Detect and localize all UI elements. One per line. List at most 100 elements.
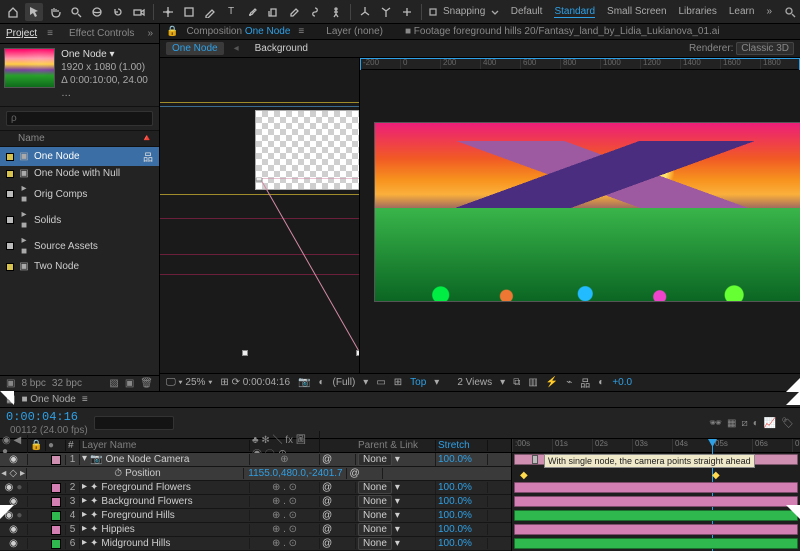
panel-menu-icon[interactable]: ≡: [298, 26, 304, 37]
canvas-top[interactable]: [160, 58, 359, 373]
renderer-button[interactable]: Renderer: Classic 3D: [689, 43, 794, 54]
panel-overflow-icon[interactable]: »: [147, 28, 153, 39]
zoom-tool-icon[interactable]: [67, 3, 85, 21]
share-view-icon[interactable]: ⧉: [513, 377, 520, 388]
layer-bar[interactable]: [514, 510, 798, 521]
twirl-icon[interactable]: ▾: [82, 454, 87, 464]
layer-row[interactable]: ◉ ● 4 ▸✦ Foreground Hills ⊕ . ⊙@ None ▾ …: [0, 509, 511, 523]
property-row[interactable]: ◂◇▸ ⏱ Position 1155.0,480.0,-2401.7 @: [0, 467, 511, 481]
crumb-background[interactable]: Background: [249, 42, 314, 55]
workspace-overflow-icon[interactable]: »: [766, 6, 772, 17]
panel-menu-icon[interactable]: ≡: [47, 28, 53, 39]
exposure-value[interactable]: +0.0: [612, 377, 632, 388]
project-item[interactable]: ▣One Node品: [0, 147, 159, 166]
tab-layer[interactable]: Layer (none): [326, 26, 383, 37]
project-columns-header[interactable]: Name 🔺: [0, 130, 159, 147]
layer-row[interactable]: ◉ 6 ▸✦ Midground Hills ⊕ . ⊙@ None ▾ 100…: [0, 537, 511, 551]
bpc-toggle[interactable]: 8 bpc: [21, 378, 45, 389]
add-key-icon[interactable]: ◇: [9, 468, 17, 479]
layer-row[interactable]: ◉● 2 ▸✦Foreground Flowers ⊕ . ⊙@ None ▾ …: [0, 481, 511, 495]
project-item[interactable]: ▸ ■Solids: [0, 207, 159, 233]
magnification-dropdown[interactable]: 🖵 ▾ 25% ▾: [166, 377, 212, 388]
axis-local-icon[interactable]: [356, 3, 374, 21]
workspace-learn[interactable]: Learn: [729, 6, 755, 17]
crumb-one-node[interactable]: One Node: [166, 42, 224, 55]
tab-effect-controls[interactable]: Effect Controls: [69, 28, 134, 39]
comp-shy-icon[interactable]: 🕶: [709, 418, 722, 429]
exposure-reset-icon[interactable]: ◐: [598, 377, 604, 388]
interpret-icon[interactable]: ▣: [6, 378, 15, 389]
solo-toggle-icon[interactable]: ●: [16, 482, 22, 493]
bpc-alt[interactable]: 32 bpc: [52, 378, 82, 389]
project-search-input[interactable]: ρ: [6, 111, 153, 126]
rotate-tool-icon[interactable]: [109, 3, 127, 21]
tab-composition[interactable]: Composition One Node: [186, 26, 290, 37]
project-item[interactable]: ▸ ■Source Assets: [0, 233, 159, 259]
brainstorm-icon[interactable]: 🏷: [781, 418, 794, 429]
label-color[interactable]: [51, 455, 61, 465]
canvas-active-camera[interactable]: [360, 70, 800, 373]
view-dropdown[interactable]: Top: [410, 377, 426, 388]
lock-icon[interactable]: 🔒: [166, 26, 178, 37]
timeline-search-input[interactable]: [94, 416, 174, 430]
graph-editor-icon[interactable]: 📈: [764, 418, 776, 429]
position-value[interactable]: 1155.0,480.0,-2401.7: [244, 468, 347, 479]
panel-menu-icon[interactable]: ≡: [82, 394, 88, 405]
type-tool-icon[interactable]: T: [222, 3, 240, 21]
grid-icon[interactable]: ⊞: [394, 377, 402, 388]
expression-pickwhip-icon[interactable]: @: [349, 468, 359, 479]
trash-icon[interactable]: 🗑: [140, 378, 153, 389]
layer-row[interactable]: ◉ 5 ▸✦ Hippies ⊕ . ⊙@ None ▾ 100.0%: [0, 523, 511, 537]
draft3d-icon[interactable]: ▦: [727, 418, 736, 429]
camera-handle[interactable]: [242, 350, 248, 356]
puppet-tool-icon[interactable]: [327, 3, 345, 21]
pen-tool-icon[interactable]: [201, 3, 219, 21]
res-dropdown[interactable]: (Full): [333, 377, 356, 388]
home-icon[interactable]: [4, 3, 22, 21]
motion-blur-icon[interactable]: ◐: [753, 418, 759, 429]
keyframe-icon[interactable]: ◆: [712, 470, 720, 481]
new-folder-icon[interactable]: ▧: [109, 378, 118, 389]
project-item[interactable]: ▸ ■Orig Comps: [0, 181, 159, 207]
shape-tool-icon[interactable]: [180, 3, 198, 21]
pixel-aspect-icon[interactable]: ▥: [528, 377, 537, 388]
current-timecode[interactable]: 0:00:04:16: [6, 410, 88, 424]
timeline-icon[interactable]: ⌁: [566, 377, 572, 388]
layer-bar[interactable]: [514, 482, 798, 493]
frame-blend-icon[interactable]: ⧄: [741, 418, 747, 429]
stopwatch-icon[interactable]: ⏱: [114, 468, 122, 479]
layer-bar[interactable]: [514, 496, 798, 507]
layer-row[interactable]: ◉ 1 ▾📷One Node Camera ⊕ @ None ▾ 100.0%: [0, 453, 511, 467]
next-key-icon[interactable]: ▸: [20, 468, 25, 479]
axis-view-icon[interactable]: [398, 3, 416, 21]
project-item[interactable]: ▣Two Node: [0, 259, 159, 274]
eraser-tool-icon[interactable]: [285, 3, 303, 21]
roto-tool-icon[interactable]: [306, 3, 324, 21]
camera-pos-handle[interactable]: [356, 350, 359, 356]
layer-bar[interactable]: [514, 524, 798, 535]
view-top[interactable]: Top: [160, 58, 360, 373]
axis-world-icon[interactable]: [377, 3, 395, 21]
project-item[interactable]: ▣One Node with Null: [0, 166, 159, 181]
search-help-icon[interactable]: [784, 6, 796, 18]
stretch-value[interactable]: 100.0%: [436, 454, 488, 465]
tab-project[interactable]: Project: [6, 28, 37, 39]
brush-tool-icon[interactable]: [243, 3, 261, 21]
layer-marker[interactable]: [532, 455, 538, 464]
layer-bar[interactable]: [514, 538, 798, 549]
camera-tool-icon[interactable]: [130, 3, 148, 21]
hand-tool-icon[interactable]: [46, 3, 64, 21]
timeline-tab-one-node[interactable]: ■ One Node: [21, 394, 75, 405]
view-active-camera[interactable]: -200020040060080010001200140016001800 Ac…: [360, 58, 800, 373]
channel-icon[interactable]: ◐: [318, 377, 324, 388]
flowchart-icon[interactable]: 品: [143, 149, 153, 164]
clone-tool-icon[interactable]: [264, 3, 282, 21]
layer-row[interactable]: ◉ 3 ▸✦ Background Flowers ⊕ . ⊙@ None ▾ …: [0, 495, 511, 509]
selection-tool-icon[interactable]: [25, 3, 43, 21]
timeline-tracks[interactable]: :00s01s02s03s04s05s06s07s With single no…: [512, 439, 800, 551]
time-ruler[interactable]: :00s01s02s03s04s05s06s07s: [512, 439, 800, 453]
views-count-dropdown[interactable]: 2 Views: [457, 377, 492, 388]
comp-flow-icon[interactable]: 品: [580, 375, 590, 390]
visibility-toggle-icon[interactable]: ◉: [9, 454, 18, 465]
workspace-small-screen[interactable]: Small Screen: [607, 6, 666, 17]
